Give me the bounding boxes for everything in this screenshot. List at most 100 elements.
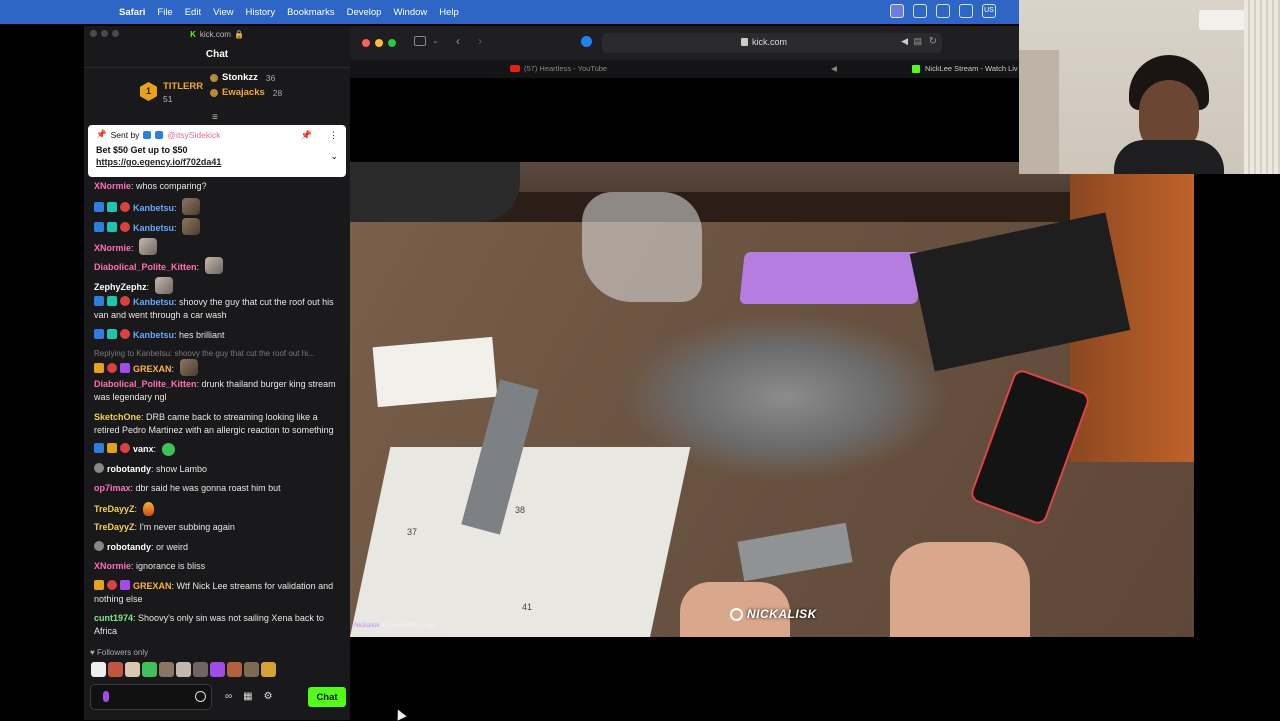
zoom-button[interactable] <box>112 30 119 37</box>
more-options-icon[interactable]: ⋮ <box>329 130 338 141</box>
chat-username[interactable]: ZephyZephz <box>94 282 147 292</box>
menu-bookmarks[interactable]: Bookmarks <box>287 7 335 18</box>
cat-emote-icon <box>204 257 223 274</box>
badge-icon <box>143 130 152 139</box>
chevron-down-icon[interactable]: ⌄ <box>432 36 439 45</box>
close-button[interactable] <box>362 39 370 47</box>
leader-third: Ewajacks 28 <box>210 87 282 98</box>
chat-username[interactable]: XNormie <box>94 243 131 253</box>
tab-kick[interactable]: NickLee Stream - Watch Liv <box>912 64 1018 73</box>
chat-message: XNormie: whos comparing? <box>94 181 207 191</box>
reader-icon[interactable]: ▤ <box>913 36 922 47</box>
badge-icon <box>94 363 104 373</box>
menu-app-name[interactable]: Safari <box>119 7 145 18</box>
menu-file[interactable]: File <box>157 7 172 18</box>
tab-youtube[interactable]: (57) Heartless - YouTube ◀ <box>510 64 837 73</box>
watermark-text: NICKALISK <box>747 607 817 621</box>
zoom-button[interactable] <box>388 39 396 47</box>
emoji-icon[interactable] <box>195 691 206 702</box>
emote-icon[interactable] <box>244 662 259 677</box>
back-arrow-icon[interactable]: ‹ <box>456 34 460 48</box>
users-icon[interactable]: ∞ <box>225 691 232 702</box>
chat-username[interactable]: Kanbetsu <box>133 330 174 340</box>
menu-develop[interactable]: Develop <box>347 7 382 18</box>
audio-icon[interactable]: ◀ <box>831 64 837 73</box>
lock-icon: 🔒 <box>233 29 244 39</box>
menu-window[interactable]: Window <box>393 7 427 18</box>
rank-medal-icon: 1 <box>140 82 157 101</box>
menu-history[interactable]: History <box>246 7 276 18</box>
shield-icon[interactable] <box>913 4 927 18</box>
pinned-link[interactable]: https://go.egency.io/f702da41 <box>96 157 338 167</box>
video-scene-paper <box>372 336 498 408</box>
address-bar-url[interactable]: kick.com <box>752 37 787 47</box>
screen-record-icon[interactable] <box>890 4 904 18</box>
chat-username[interactable]: robotandy <box>107 464 151 474</box>
cat-emote-icon <box>154 277 173 294</box>
chat-username[interactable]: Diabolical_Polite_Kitten <box>94 379 197 389</box>
chat-username[interactable]: vanx <box>133 444 154 454</box>
chat-username[interactable]: Kanbetsu <box>133 297 174 307</box>
emote-icon[interactable] <box>176 662 191 677</box>
menu-help[interactable]: Help <box>439 7 459 18</box>
chat-username[interactable]: Kanbetsu <box>133 203 174 213</box>
collapse-icon[interactable]: ≡ <box>212 112 218 123</box>
chat-username[interactable]: XNormie <box>94 561 131 571</box>
badge-icon <box>94 329 104 339</box>
leader-first-name[interactable]: TITLERR <box>163 81 203 92</box>
chat-username[interactable]: robotandy <box>107 542 151 552</box>
webcam-scene-shirt <box>1114 140 1224 174</box>
display-icon[interactable] <box>936 4 950 18</box>
menu-view[interactable]: View <box>213 7 233 18</box>
reload-icon[interactable]: ↻ <box>929 36 937 47</box>
address-bar[interactable]: kick.com ◀ ▤ ↻ <box>602 33 942 53</box>
emote-icon[interactable] <box>261 662 276 677</box>
chat-username[interactable]: Kanbetsu <box>133 223 174 233</box>
minimize-button[interactable] <box>375 39 383 47</box>
leader-first-count: 51 <box>163 94 173 104</box>
emote-icon[interactable] <box>210 662 225 677</box>
emote-icon[interactable] <box>125 662 140 677</box>
gear-icon[interactable]: ⚙ <box>264 691 273 702</box>
minimize-button[interactable] <box>101 30 108 37</box>
close-button[interactable] <box>90 30 97 37</box>
chat-message-text: I'm never subbing again <box>139 522 235 532</box>
chat-username[interactable]: SketchOne <box>94 412 141 422</box>
leader-second-name[interactable]: Stonkzz <box>222 72 258 83</box>
followers-only-notice: ♥ Followers only <box>90 648 148 657</box>
emote-icon[interactable] <box>108 662 123 677</box>
emote-icon[interactable] <box>142 662 157 677</box>
pinned-sender-name[interactable]: @itsySidekick <box>167 130 220 140</box>
chat-username[interactable]: Diabolical_Polite_Kitten <box>94 262 197 272</box>
input-source-label[interactable]: US <box>982 4 996 18</box>
store-icon[interactable]: ▦ <box>243 691 252 702</box>
microphone-icon[interactable] <box>103 691 109 702</box>
emote-icon[interactable] <box>159 662 174 677</box>
video-scene-bag <box>582 192 702 302</box>
unpin-icon[interactable]: 📌 <box>301 130 312 141</box>
forward-arrow-icon[interactable]: › <box>478 34 482 48</box>
play-icon[interactable] <box>959 4 973 18</box>
emote-icon[interactable] <box>91 662 106 677</box>
send-chat-button[interactable]: Chat <box>308 687 346 707</box>
chat-username[interactable]: op7imax <box>94 483 131 493</box>
chat-username[interactable]: GREXAN <box>133 364 172 374</box>
chat-input[interactable] <box>90 684 212 710</box>
chevron-down-icon[interactable]: ⌄ <box>330 151 338 162</box>
chat-username[interactable]: TreDayyZ <box>94 504 135 514</box>
leader-third-name[interactable]: Ewajacks <box>222 87 265 98</box>
chat-username[interactable]: TreDayyZ <box>94 522 135 532</box>
speaker-icon[interactable]: ◀ <box>901 36 908 47</box>
badge-icon <box>120 222 130 232</box>
sidebar-icon[interactable] <box>414 36 426 46</box>
emote-icon[interactable] <box>227 662 242 677</box>
chat-username[interactable]: XNormie <box>94 181 131 191</box>
badge-icon <box>120 443 130 453</box>
badge-icon <box>107 222 117 232</box>
emote-icon[interactable] <box>193 662 208 677</box>
video-player[interactable]: 38 37 41 NICKALISK Nickalisk let me buil… <box>350 162 1194 637</box>
rank-badge-icon <box>210 88 218 97</box>
menu-edit[interactable]: Edit <box>185 7 201 18</box>
chat-username[interactable]: GREXAN <box>133 581 172 591</box>
chat-username[interactable]: cunt1974 <box>94 613 133 623</box>
